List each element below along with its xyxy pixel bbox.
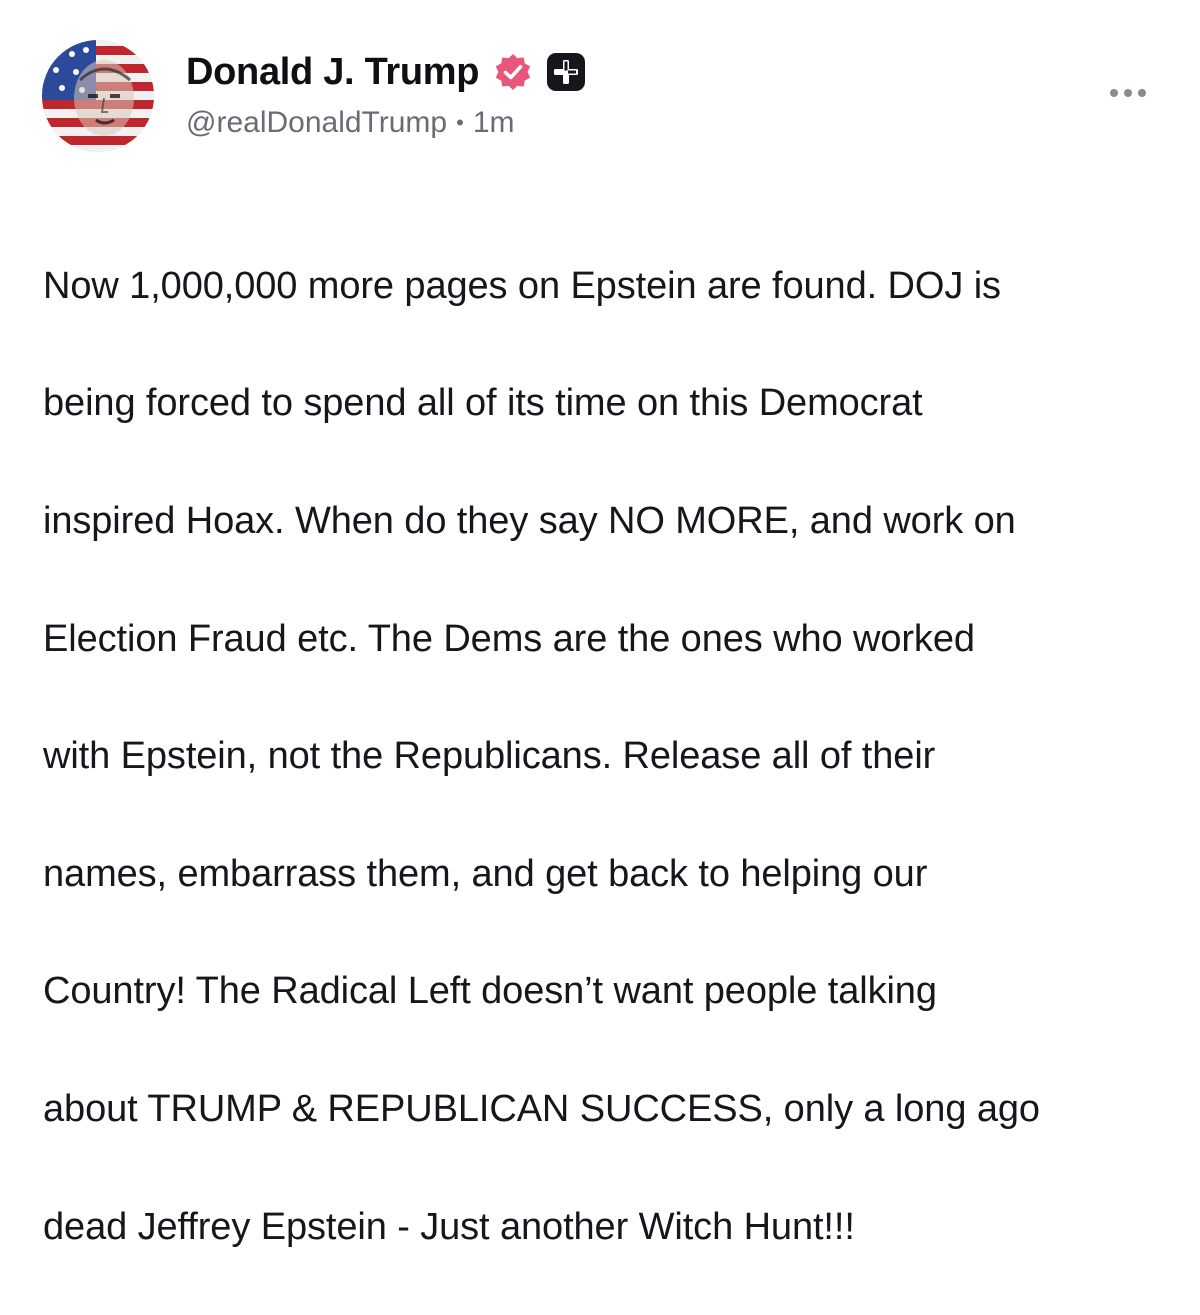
author-handle[interactable]: @realDonaldTrump [186,106,447,140]
post-body-line: inspired Hoax. When do they say NO MORE,… [43,499,1016,542]
post-body-line: being forced to spend all of its time on… [43,382,923,425]
post-body-line: with Epstein, not the Republicans. Relea… [43,735,936,778]
author-meta-row: @realDonaldTrump • 1m [186,106,515,140]
post-card: Donald J. Trump @realDonaldTrump • 1m No… [0,0,1200,1248]
meta-separator: • [456,110,464,135]
post-body-line: Country! The Radical Left doesn’t want p… [43,970,937,1013]
avatar-image [42,40,154,152]
author-name-row: Donald J. Trump [186,50,587,94]
post-timestamp[interactable]: 1m [473,106,515,140]
post-body-line: about TRUMP & REPUBLICAN SUCCESS, only a… [43,1087,1040,1130]
post-body: Now 1,000,000 more pages on Epstein are … [43,198,1173,1315]
plus-badge-icon [545,51,587,93]
avatar[interactable] [42,40,154,152]
post-body-line: names, embarrass them, and get back to h… [43,852,928,895]
post-body-line: Election Fraud etc. The Dems are the one… [43,617,975,660]
verified-badge-icon [493,52,533,92]
post-body-line: Now 1,000,000 more pages on Epstein are … [43,264,1001,307]
ellipsis-icon[interactable] [1108,78,1152,108]
author-display-name[interactable]: Donald J. Trump [186,51,480,94]
post-body-line: dead Jeffrey Epstein - Just another Witc… [43,1205,855,1248]
